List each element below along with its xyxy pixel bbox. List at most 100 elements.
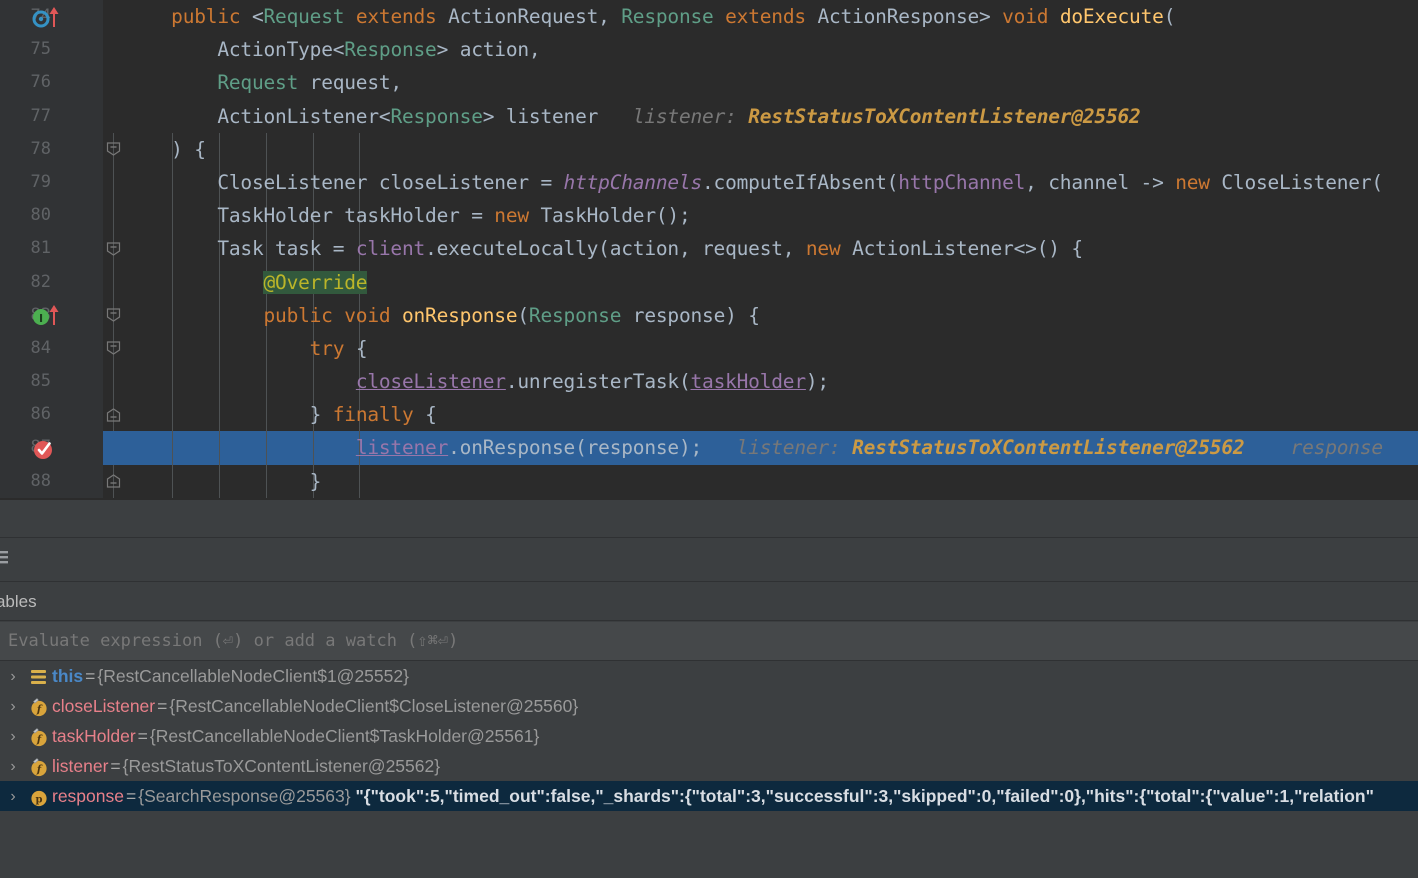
- code-token: Task task =: [217, 237, 356, 261]
- code-line[interactable]: 85 closeListener.unregisterTask(taskHold…: [0, 365, 1418, 399]
- code-token: .onResponse(response);: [448, 436, 703, 460]
- code-folding-column[interactable]: [103, 298, 125, 332]
- code-folding-column[interactable]: [103, 199, 125, 233]
- editor-gutter[interactable]: 81: [0, 232, 103, 266]
- code-folding-column[interactable]: [103, 165, 125, 200]
- code-line[interactable]: 87 listener.onResponse(response); listen…: [0, 431, 1418, 465]
- editor-gutter[interactable]: 84: [0, 331, 103, 366]
- code-folding-column[interactable]: [103, 99, 125, 133]
- code-line[interactable]: 81 Task task = client.executeLocally(act…: [0, 232, 1418, 266]
- code-folding-column[interactable]: [103, 0, 125, 34]
- override-method-icon[interactable]: [32, 6, 72, 28]
- code-token: ActionRequest,: [448, 5, 622, 28]
- code-folding-column[interactable]: [103, 265, 125, 299]
- variable-row[interactable]: › p response = {SearchResponse@25563} "{"too…: [0, 781, 1418, 811]
- code-folding-column[interactable]: [103, 331, 125, 366]
- evaluate-expression-input[interactable]: Evaluate expression (⏎) or add a watch (…: [0, 622, 1418, 661]
- code-line[interactable]: 86 } finally {: [0, 398, 1418, 432]
- variable-row[interactable]: › f listener = {RestStatusToXContentListener…: [0, 751, 1418, 781]
- code-folding-column[interactable]: [103, 232, 125, 266]
- variable-row[interactable]: › f taskHolder = {RestCancellableNodeClient$…: [0, 721, 1418, 751]
- line-number: 75: [30, 39, 51, 60]
- editor-gutter[interactable]: 79: [0, 165, 103, 200]
- code-folding-column[interactable]: [103, 431, 125, 464]
- frames-list-icon[interactable]: [0, 549, 16, 567]
- code-token: listener:: [598, 104, 749, 128]
- code-line[interactable]: 76 Request request,: [0, 66, 1418, 100]
- code-folding-column[interactable]: [103, 33, 125, 67]
- code-line[interactable]: 77 ActionListener<Response> listener lis…: [0, 99, 1418, 133]
- chevron-right-icon[interactable]: ›: [0, 752, 26, 782]
- fold-marker[interactable]: [106, 308, 121, 323]
- code-editor[interactable]: 74 public <Request extends ActionRequest…: [0, 0, 1418, 500]
- svg-text:p: p: [36, 795, 43, 806]
- code-line[interactable]: 84 try {: [0, 331, 1418, 366]
- code-token: > action,: [436, 38, 541, 62]
- code-token: Response: [621, 5, 714, 28]
- editor-gutter[interactable]: 77: [0, 99, 103, 133]
- editor-gutter[interactable]: 86: [0, 398, 103, 432]
- variable-row[interactable]: › this = {RestCancellableNodeClient$1@25552…: [0, 661, 1418, 691]
- chevron-right-icon[interactable]: ›: [0, 782, 26, 812]
- fold-marker[interactable]: [106, 241, 121, 256]
- implements-method-icon[interactable]: I: [32, 304, 72, 326]
- code-token: {: [425, 403, 437, 427]
- editor-gutter[interactable]: 74: [0, 0, 103, 34]
- fold-marker[interactable]: [106, 341, 121, 356]
- editor-gutter[interactable]: 76: [0, 66, 103, 100]
- editor-gutter[interactable]: 75: [0, 33, 103, 67]
- editor-gutter[interactable]: 85: [0, 365, 103, 399]
- frames-toolbar[interactable]: [0, 537, 1418, 582]
- code-line[interactable]: 88 }: [0, 464, 1418, 498]
- fold-marker[interactable]: [106, 407, 121, 422]
- variable-row[interactable]: › f closeListener = {RestCancellableNodeClie…: [0, 691, 1418, 721]
- chevron-right-icon[interactable]: ›: [0, 692, 26, 722]
- code-folding-column[interactable]: [103, 66, 125, 100]
- code-folding-column[interactable]: [103, 365, 125, 399]
- code-line-text: try {: [125, 332, 368, 365]
- code-folding-column[interactable]: [103, 132, 125, 166]
- code-line[interactable]: 79 CloseListener closeListener = httpCha…: [0, 165, 1418, 200]
- debugger-empty-area: [0, 816, 1418, 878]
- chevron-right-icon[interactable]: ›: [0, 662, 26, 692]
- code-line-text: CloseListener closeListener = httpChanne…: [125, 166, 1383, 199]
- variables-tab-header[interactable]: Variables: [0, 583, 1418, 621]
- code-folding-column[interactable]: [103, 398, 125, 432]
- code-line[interactable]: 82 @Override: [0, 265, 1418, 299]
- editor-debugger-splitter[interactable]: [0, 500, 1418, 537]
- code-line[interactable]: 83I public void onResponse(Response resp…: [0, 298, 1418, 332]
- editor-gutter[interactable]: 80: [0, 199, 103, 233]
- svg-text:I: I: [39, 312, 43, 325]
- fold-marker[interactable]: [106, 474, 121, 489]
- code-token: extends: [713, 5, 818, 28]
- breakpoint-verified-icon[interactable]: [32, 437, 72, 460]
- code-line-text: ActionType<Response> action,: [125, 33, 540, 66]
- code-lines-container[interactable]: 74 public <Request extends ActionRequest…: [0, 0, 1418, 498]
- chevron-right-icon[interactable]: ›: [0, 722, 26, 752]
- code-line[interactable]: 75 ActionType<Response> action,: [0, 33, 1418, 67]
- editor-gutter[interactable]: 83I: [0, 298, 103, 332]
- line-number: 78: [30, 138, 51, 159]
- editor-gutter[interactable]: 78: [0, 132, 103, 166]
- editor-gutter[interactable]: 82: [0, 265, 103, 299]
- field-icon: f: [26, 692, 52, 722]
- code-token: <: [378, 104, 391, 128]
- code-line-text: public void onResponse(Response response…: [125, 299, 759, 332]
- fold-marker[interactable]: [106, 142, 121, 157]
- code-token: closeListener: [355, 370, 506, 394]
- editor-gutter[interactable]: 88: [0, 464, 103, 498]
- code-token: void: [1002, 5, 1060, 28]
- line-number: 81: [30, 238, 51, 259]
- code-token: ActionResponse>: [817, 5, 1003, 28]
- code-folding-column[interactable]: [103, 464, 125, 498]
- variables-tree[interactable]: › this = {RestCancellableNodeClient$1@25552…: [0, 661, 1418, 816]
- code-line-text: Task task = client.executeLocally(action…: [125, 232, 1083, 265]
- code-line[interactable]: 74 public <Request extends ActionRequest…: [0, 0, 1418, 34]
- line-number: 84: [30, 337, 51, 358]
- editor-gutter[interactable]: 87: [0, 431, 103, 465]
- code-line-text: Request request,: [125, 66, 402, 99]
- code-line[interactable]: 80 TaskHolder taskHolder = new TaskHolde…: [0, 199, 1418, 233]
- code-line[interactable]: 78 ) {: [0, 132, 1418, 166]
